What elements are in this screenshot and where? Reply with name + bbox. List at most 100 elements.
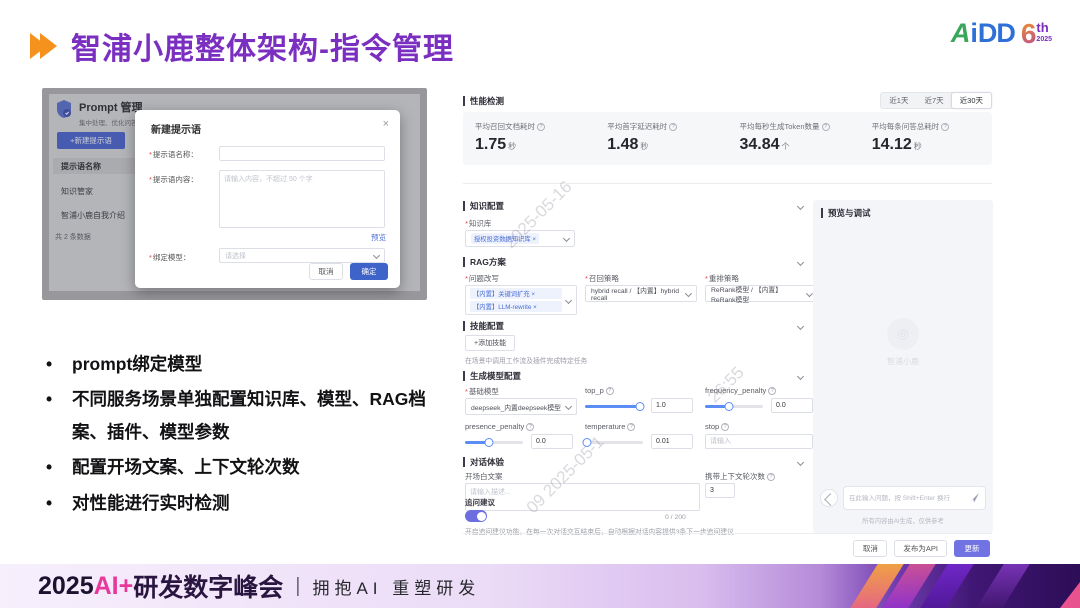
recall-select[interactable]: hybrid recall / 【内置】hybrid recall — [585, 285, 697, 302]
chevron-down-icon[interactable] — [797, 372, 804, 379]
skills-section-title: 技能配置 — [463, 321, 504, 331]
prompt-name-input[interactable] — [219, 146, 385, 161]
bot-placeholder: ◎ 智浦小鹿 — [813, 318, 993, 367]
page-title: 智浦小鹿整体架构-指令管理 — [71, 24, 454, 68]
knowledge-base-select[interactable]: 授权投资数据知识库 × — [465, 230, 575, 247]
frequency-penalty-slider[interactable] — [705, 405, 763, 408]
stop-input[interactable] — [705, 434, 813, 449]
bullet-list: prompt绑定模型 不同服务场景单独配置知识库、模型、RAG档案、插件、模型参… — [40, 348, 450, 522]
double-arrow-icon — [30, 33, 57, 59]
bullet-item: 配置开场文案、上下文轮次数 — [40, 451, 450, 483]
rewrite-multiselect[interactable]: 【内置】关键词扩充 × 【内置】LLM-rewrite × — [465, 285, 577, 315]
logo-edition-number: 6 — [1021, 18, 1037, 50]
footer-ai-plus: AI+ — [94, 572, 134, 601]
chevron-down-icon[interactable] — [797, 458, 804, 465]
rerank-select[interactable]: ReRank模型 / 【内置】ReRank模型 — [705, 285, 817, 302]
chevron-down-icon — [563, 235, 570, 242]
send-icon[interactable] — [968, 492, 980, 504]
chevron-down-icon — [565, 403, 572, 410]
info-icon: ? — [822, 123, 830, 131]
clear-chat-icon[interactable] — [820, 489, 838, 507]
frequency-penalty-input[interactable] — [771, 398, 813, 413]
suggest-hint: 开启追问建议功能，在每一次对话交互结束后，自动根据对话内容提供3条下一步追问建议 — [465, 526, 795, 536]
base-model-label: *基础模型 — [465, 386, 499, 397]
presence-penalty-label: presence_penalty? — [465, 422, 534, 431]
base-model-select[interactable]: deepseek_内置deepseek模型 — [465, 398, 577, 415]
preview-link[interactable]: 预览 — [371, 232, 386, 243]
slide: 智浦小鹿整体架构-指令管理 AiDD 6 th2025 Prompt 管理 集中… — [0, 0, 1080, 608]
chevron-down-icon[interactable] — [797, 322, 804, 329]
presence-penalty-input[interactable] — [531, 434, 573, 449]
footer-banner: 2025AI+研发数字峰会 | 拥抱AI 重塑研发 — [0, 564, 1080, 608]
footer-divider: | — [295, 575, 300, 598]
logo-letters-dd: DD — [978, 18, 1015, 49]
tab-1day[interactable]: 近1天 — [881, 93, 916, 108]
cancel-button[interactable]: 取消 — [853, 540, 887, 557]
opening-textarea[interactable] — [465, 483, 700, 511]
prompt-name-label: *提示语名称： — [149, 149, 198, 160]
tab-7days[interactable]: 近7天 — [916, 93, 951, 108]
chevron-down-icon — [373, 252, 380, 259]
prompt-content-textarea[interactable] — [219, 170, 385, 228]
new-prompt-modal: 新建提示语 × *提示语名称： *提示语内容： 预览 *绑定模型： 请选择 取消… — [135, 110, 400, 288]
modal-cancel-button[interactable]: 取消 — [309, 263, 343, 280]
perf-range-tabs: 近1天 近7天 近30天 — [880, 92, 992, 109]
ai-disclaimer: 所有内容由AI生成，仅供参考 — [813, 516, 993, 525]
publish-api-button[interactable]: 发布为API — [894, 540, 947, 557]
knowledge-section-title: 知识配置 — [463, 201, 504, 211]
bullet-item: prompt绑定模型 — [40, 348, 450, 380]
chevron-down-icon[interactable] — [797, 202, 804, 209]
instruction-config-screenshot: 性能检测 近1天 近7天 近30天 平均召回文档耗时? 1.75秒 平均首字延迟… — [455, 85, 1000, 563]
footer-slogan: 拥抱AI 重塑研发 — [312, 574, 480, 599]
slide-header: 智浦小鹿整体架构-指令管理 — [30, 24, 454, 68]
top-p-label: top_p? — [585, 386, 614, 395]
modal-title: 新建提示语 — [151, 121, 201, 136]
chevron-down-icon[interactable] — [797, 258, 804, 265]
prompt-content-label: *提示语内容： — [149, 174, 198, 185]
logo-letter-a: A — [951, 18, 971, 49]
chat-input-box[interactable] — [843, 486, 986, 510]
chat-input[interactable] — [849, 495, 964, 502]
info-icon: ? — [606, 387, 614, 395]
temperature-input[interactable] — [651, 434, 693, 449]
bot-name: 智浦小鹿 — [887, 356, 919, 367]
add-skill-button[interactable]: + 添加技能 — [465, 335, 515, 351]
footer-year: 2025 — [38, 572, 94, 601]
info-icon: ? — [627, 423, 635, 431]
metric-recall-time: 平均召回文档耗时? 1.75秒 — [463, 112, 595, 165]
top-p-slider[interactable] — [585, 405, 643, 408]
perf-section-title: 性能检测 — [463, 96, 504, 106]
recall-label: *召回策略 — [585, 273, 619, 284]
bullet-item: 不同服务场景单独配置知识库、模型、RAG档案、插件、模型参数 — [40, 383, 450, 448]
chevron-down-icon — [685, 290, 692, 297]
dialog-section-title: 对话体验 — [463, 457, 504, 467]
context-rounds-input[interactable] — [705, 483, 735, 498]
rag-section-title: RAG方案 — [463, 257, 506, 267]
temperature-slider[interactable] — [585, 441, 643, 444]
corner-decoration — [1060, 582, 1080, 608]
tab-30days[interactable]: 近30天 — [951, 92, 992, 109]
info-icon: ? — [669, 123, 677, 131]
metric-total-answer-time: 平均每条问答总耗时? 14.12秒 — [860, 112, 992, 165]
aidd-logo: AiDD 6 th2025 — [951, 18, 1052, 50]
top-p-input[interactable] — [651, 398, 693, 413]
modal-confirm-button[interactable]: 确定 — [350, 263, 388, 280]
perf-metric-card: 平均召回文档耗时? 1.75秒 平均首字延迟耗时? 1.48秒 平均每秒生成To… — [463, 112, 992, 165]
rerank-label: *重排策略 — [705, 273, 739, 284]
stop-label: stop? — [705, 422, 729, 431]
bind-model-select[interactable]: 请选择 — [219, 248, 385, 263]
close-icon[interactable]: × — [383, 118, 389, 130]
prompt-manager-screenshot: Prompt 管理 集中处理、优化问答 + 新建提示语 提示语名称 知识管家 智… — [42, 88, 427, 300]
metric-first-token-latency: 平均首字延迟耗时? 1.48秒 — [595, 112, 727, 165]
chevron-down-icon — [565, 297, 572, 304]
context-rounds-label: 携带上下文轮次数? — [705, 471, 775, 482]
update-button[interactable]: 更新 — [954, 540, 990, 557]
bind-model-label: *绑定模型： — [149, 252, 190, 263]
suggest-toggle[interactable] — [465, 510, 487, 522]
logo-th: th — [1036, 21, 1052, 34]
bullet-item: 对性能进行实时检测 — [40, 487, 450, 519]
presence-penalty-slider[interactable] — [465, 441, 523, 444]
bot-avatar: ◎ — [887, 318, 919, 350]
footer-event-name: 研发数字峰会 — [133, 568, 283, 604]
suggest-label: 追问建议 — [465, 497, 495, 508]
